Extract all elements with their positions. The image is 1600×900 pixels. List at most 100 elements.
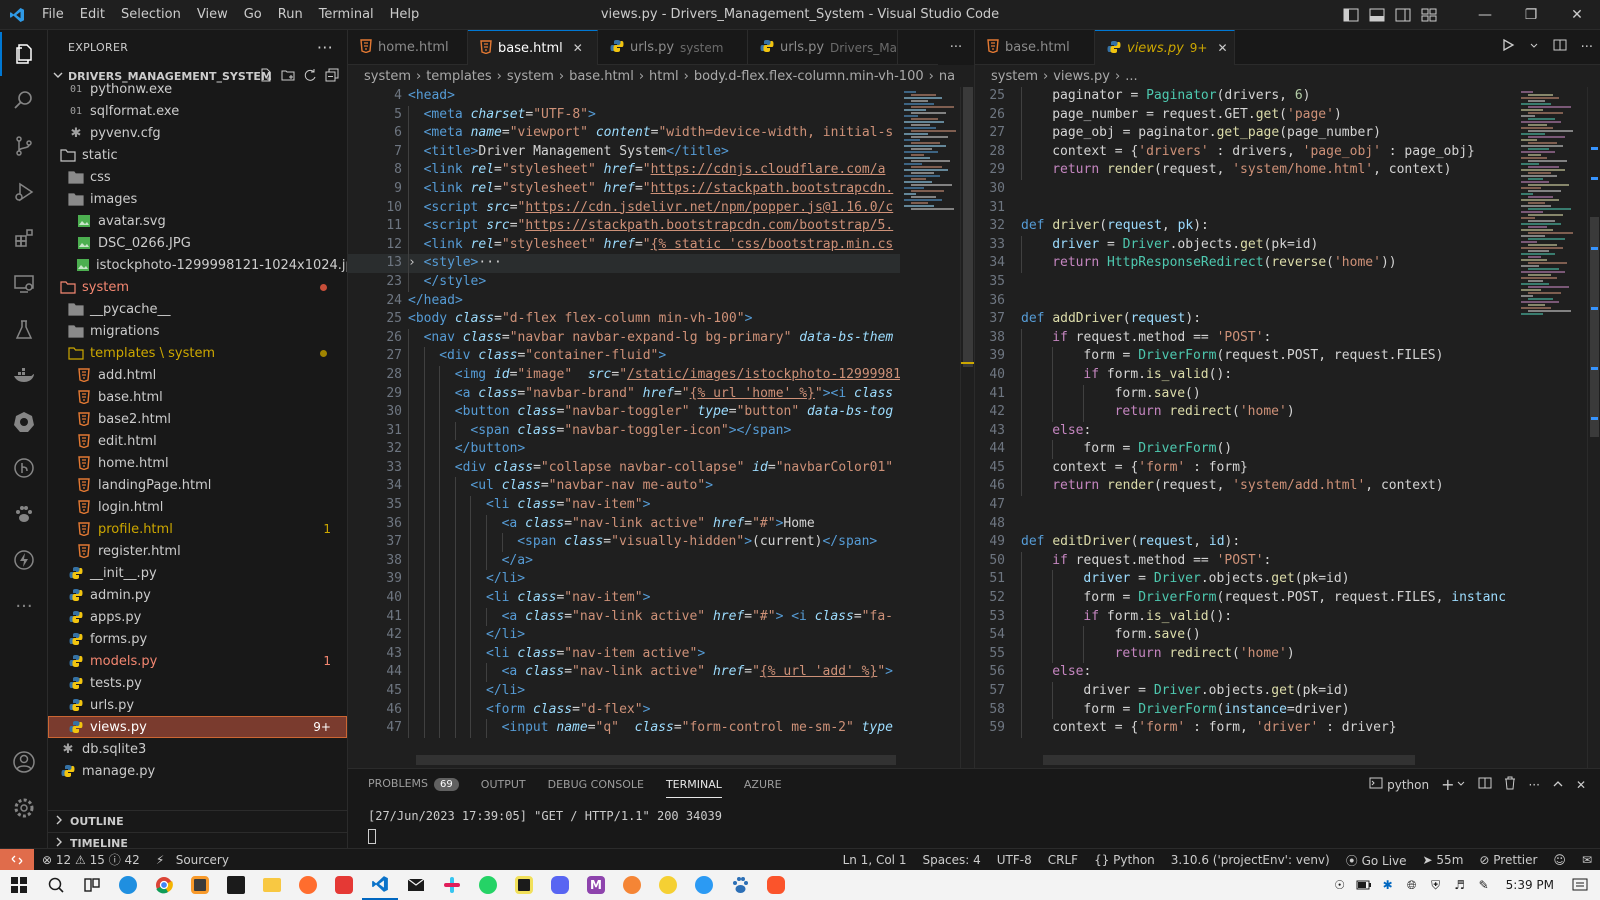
remote-indicator-icon[interactable] xyxy=(0,848,34,871)
file-explorer-icon[interactable] xyxy=(254,870,290,900)
windows-start-icon[interactable] xyxy=(0,870,38,900)
split-terminal-icon[interactable] xyxy=(1478,776,1492,793)
network-globe-icon[interactable]: 🌐︎ xyxy=(1400,870,1424,900)
accounts-icon[interactable] xyxy=(0,740,48,784)
more-views-icon[interactable]: ··· xyxy=(0,584,48,628)
menu-go[interactable]: Go xyxy=(236,0,270,30)
toggle-panel-icon[interactable] xyxy=(1364,0,1390,30)
editor-tab[interactable]: base.html xyxy=(975,30,1095,65)
left-code-editor[interactable]: 4 <head> 5 <meta charset="UTF-8"> 6 <meta nam… xyxy=(348,87,900,768)
app-blue-icon[interactable] xyxy=(686,870,722,900)
minimize-icon[interactable]: — xyxy=(1462,0,1508,30)
chrome-browser-icon[interactable] xyxy=(146,870,182,900)
menu-help[interactable]: Help xyxy=(382,0,428,30)
editor-tab[interactable]: base.html ✕ xyxy=(468,30,598,65)
tree-item[interactable]: base2.html xyxy=(48,408,347,430)
tree-item[interactable]: 01 pythonw.exe xyxy=(48,78,347,100)
left-scrollbar[interactable] xyxy=(960,87,975,768)
maximize-panel-icon[interactable] xyxy=(1552,778,1564,792)
timeline-section[interactable]: TIMELINE xyxy=(48,832,347,848)
run-dropdown-chevron-icon[interactable] xyxy=(1529,40,1539,55)
fold-chevron-icon[interactable]: › xyxy=(408,254,416,273)
remote-explorer-icon[interactable] xyxy=(0,262,48,306)
python-interpreter[interactable]: 3.10.6 ('projectEnv': venv) xyxy=(1163,853,1338,867)
notifications-bell-icon[interactable]: ✉ xyxy=(1574,853,1600,867)
kubernetes-icon[interactable] xyxy=(0,400,48,444)
right-code-editor[interactable]: 25 paginator = Paginator(drivers, 6) 26 pag… xyxy=(975,87,1517,768)
new-terminal-icon[interactable]: + xyxy=(1441,775,1454,794)
menu-terminal[interactable]: Terminal xyxy=(311,0,382,30)
tree-item[interactable]: landingPage.html xyxy=(48,474,347,496)
terminal-shell-name[interactable]: python xyxy=(1387,778,1429,792)
vpn-shield-icon[interactable]: ⛨ xyxy=(1424,870,1448,900)
tree-item[interactable]: DSC_0266.JPG xyxy=(48,232,347,254)
tree-item[interactable]: css xyxy=(48,166,347,188)
volume-icon[interactable]: ♬ xyxy=(1448,870,1472,900)
sublime-text-icon[interactable] xyxy=(182,870,218,900)
firefox-icon[interactable] xyxy=(290,870,326,900)
breadcrumb-item[interactable]: system xyxy=(364,69,411,84)
close-tab-icon[interactable]: ✕ xyxy=(1218,41,1228,55)
search-icon[interactable] xyxy=(0,78,48,122)
app-m-icon[interactable]: M xyxy=(578,870,614,900)
taskbar-clock[interactable]: 5:39 PM xyxy=(1496,878,1568,892)
right-horizontal-scrollbar[interactable] xyxy=(1043,755,1415,765)
breadcrumb-item[interactable]: templates xyxy=(426,69,491,84)
tree-item[interactable]: models.py 1 xyxy=(48,650,347,672)
tree-item[interactable]: profile.html 1 xyxy=(48,518,347,540)
tree-item[interactable]: admin.py xyxy=(48,584,347,606)
docker-icon[interactable] xyxy=(0,354,48,398)
tree-item[interactable]: __init__.py xyxy=(48,562,347,584)
toggle-primary-sidebar-icon[interactable] xyxy=(1338,0,1364,30)
tree-item[interactable]: register.html xyxy=(48,540,347,562)
time-tracker[interactable]: ➤ 55m xyxy=(1415,853,1472,867)
menu-file[interactable]: File xyxy=(34,0,72,30)
panel-tab-debug-console[interactable]: DEBUG CONSOLE xyxy=(548,778,644,791)
tree-item[interactable]: images xyxy=(48,188,347,210)
people-icon[interactable]: ☉ xyxy=(1328,870,1352,900)
git-graph-icon[interactable] xyxy=(0,446,48,490)
tree-item[interactable]: manage.py xyxy=(48,760,347,782)
taskbar-search-icon[interactable] xyxy=(38,870,74,900)
tree-item[interactable]: ✱ db.sqlite3 xyxy=(48,738,347,760)
tree-item[interactable]: home.html xyxy=(48,452,347,474)
tree-item[interactable]: avatar.svg xyxy=(48,210,347,232)
menu-edit[interactable]: Edit xyxy=(72,0,113,30)
go-live-button[interactable]: ⦿ Go Live xyxy=(1338,852,1415,869)
discord-icon[interactable] xyxy=(542,870,578,900)
line-endings[interactable]: CRLF xyxy=(1040,853,1086,867)
tree-item[interactable]: base.html xyxy=(48,386,347,408)
explorer-icon[interactable] xyxy=(0,32,48,76)
panel-tab-azure[interactable]: AZURE xyxy=(744,778,782,791)
tree-item[interactable]: migrations xyxy=(48,320,347,342)
kill-terminal-trash-icon[interactable] xyxy=(1504,776,1516,793)
restore-icon[interactable]: ❐ xyxy=(1508,0,1554,30)
tree-item[interactable]: urls.py xyxy=(48,694,347,716)
tree-item[interactable]: 01 sqlformat.exe xyxy=(48,100,347,122)
right-minimap[interactable] xyxy=(1517,87,1587,768)
language-mode[interactable]: {} Python xyxy=(1086,853,1163,867)
problems-indicator[interactable]: ⊗ 12 ⚠ 15 ⓘ 42 xyxy=(34,851,148,868)
editor-tab[interactable]: urls.py system xyxy=(598,30,748,65)
tree-item[interactable]: static xyxy=(48,144,347,166)
file-encoding[interactable]: UTF-8 xyxy=(989,853,1040,867)
breadcrumb-item[interactable]: na xyxy=(939,69,955,84)
close-window-icon[interactable]: ✕ xyxy=(1554,0,1600,30)
app-orange-icon[interactable] xyxy=(614,870,650,900)
indentation[interactable]: Spaces: 4 xyxy=(914,853,988,867)
tree-item[interactable]: login.html xyxy=(48,496,347,518)
breadcrumb-item[interactable]: body.d-flex.flex-column.min-vh-100 xyxy=(694,69,924,84)
tree-item[interactable]: add.html xyxy=(48,364,347,386)
run-python-icon[interactable] xyxy=(1501,38,1515,56)
editor-tab[interactable]: urls.py Drivers_Management_Sys xyxy=(748,30,898,65)
pdf-reader-icon[interactable] xyxy=(326,870,362,900)
tree-item[interactable]: ✱ pyvenv.cfg xyxy=(48,122,347,144)
cursor-position[interactable]: Ln 1, Col 1 xyxy=(835,853,915,867)
menu-selection[interactable]: Selection xyxy=(113,0,189,30)
more-actions-icon[interactable]: ··· xyxy=(317,38,333,57)
left-editor-more-icon[interactable]: ··· xyxy=(938,30,974,65)
breadcrumb-item[interactable]: base.html xyxy=(569,69,634,84)
app-paw-icon[interactable] xyxy=(722,870,758,900)
microsoft-store-icon[interactable] xyxy=(218,870,254,900)
bluetooth-icon[interactable]: ✱ xyxy=(1376,870,1400,900)
